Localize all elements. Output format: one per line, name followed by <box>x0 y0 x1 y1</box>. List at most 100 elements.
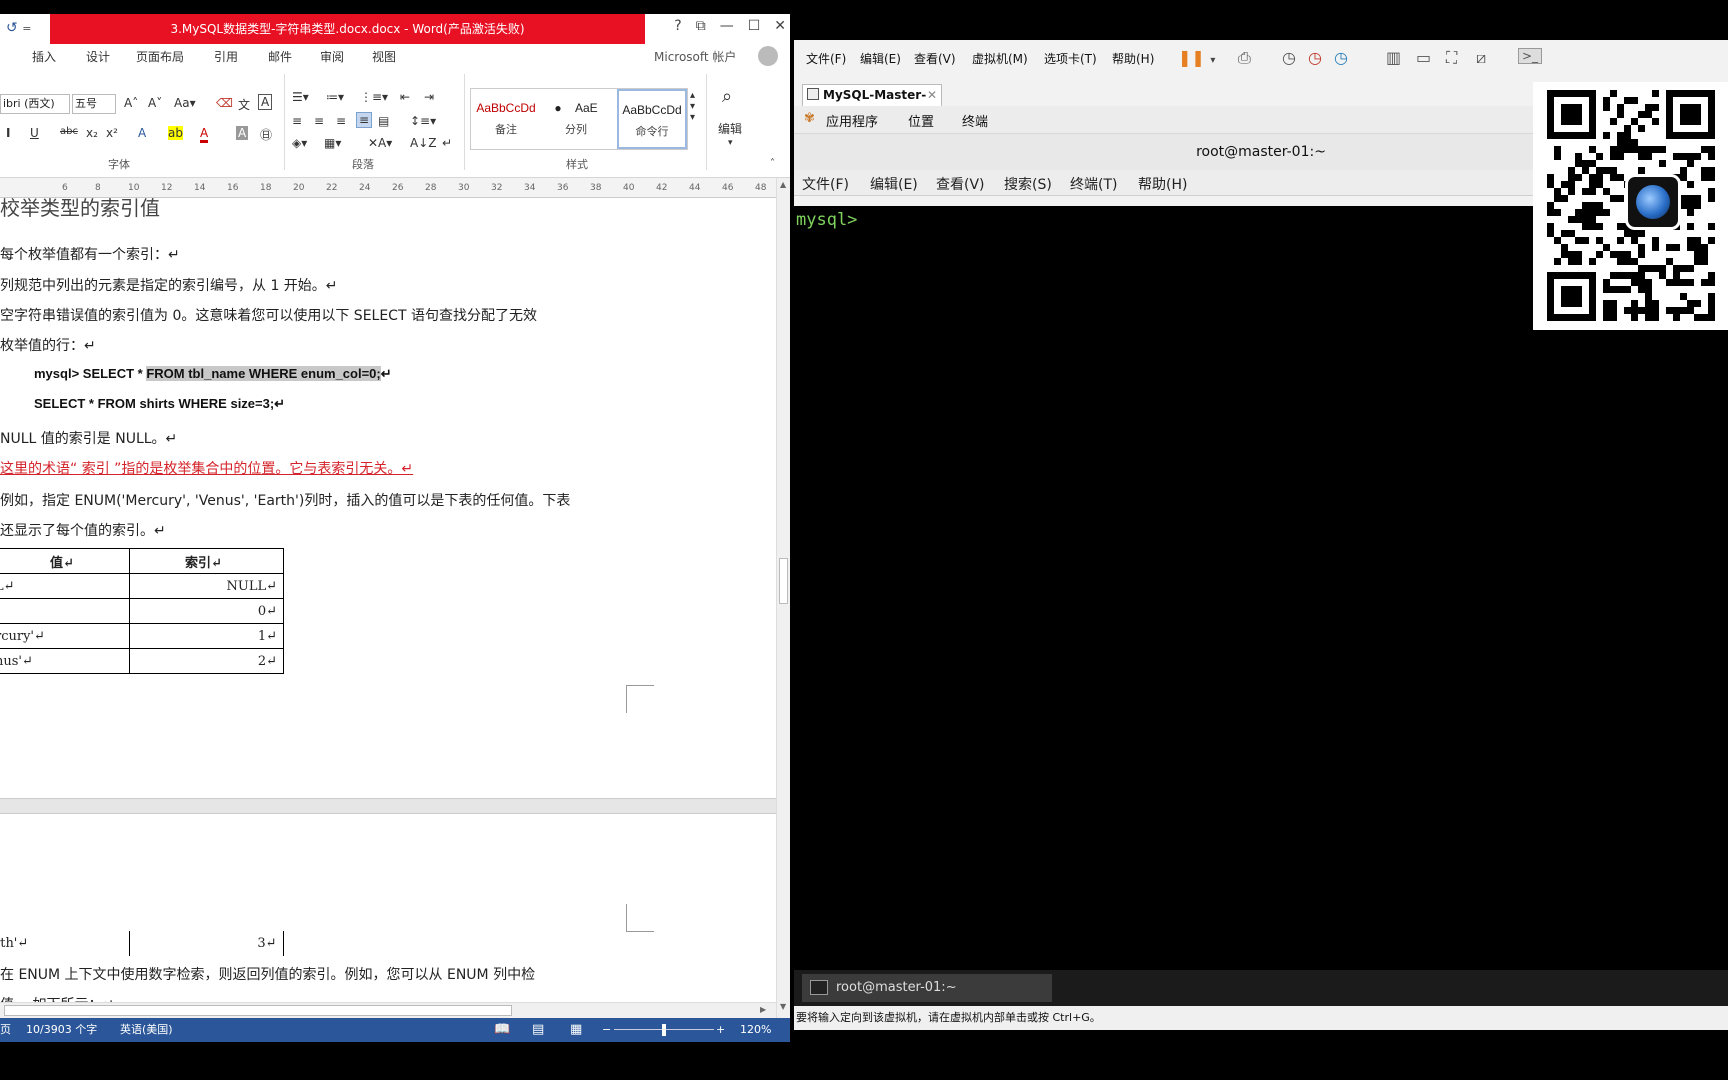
scroll-right-icon[interactable]: ▶ <box>760 1005 766 1014</box>
terminal-menu[interactable]: 终端 <box>962 111 988 130</box>
distribute-icon[interactable]: ▤ <box>378 114 389 128</box>
sort-icon[interactable]: A↓Z <box>410 136 436 150</box>
chinese-layout-icon[interactable]: ✕A▾ <box>368 136 392 150</box>
align-center-icon[interactable]: ≡ <box>314 114 324 128</box>
vm-tab[interactable]: MySQL-Master-01 ✕ <box>802 84 942 122</box>
line-spacing-icon[interactable]: ↕≡▾ <box>410 114 436 128</box>
tab-insert[interactable]: 插入 <box>32 48 56 65</box>
tab-mailings[interactable]: 邮件 <box>268 48 292 65</box>
revert-snapshot-icon[interactable]: ◷ <box>1308 48 1322 67</box>
help-icon[interactable]: ? <box>674 18 681 34</box>
tab-view[interactable]: 视图 <box>372 48 396 65</box>
fullscreen-icon[interactable]: ⛶ <box>1446 48 1457 68</box>
term-menu-terminal[interactable]: 终端(T) <box>1070 174 1117 194</box>
gallery-scroll-icon[interactable]: ▴ ▾ ▾ <box>690 90 695 123</box>
tab-design[interactable]: 设计 <box>86 48 110 65</box>
avatar[interactable] <box>758 46 778 66</box>
send-keys-icon[interactable]: ⎙ <box>1238 48 1251 68</box>
justify-icon[interactable]: ≡ <box>356 112 373 128</box>
read-mode-icon[interactable]: 📖 <box>494 1018 510 1042</box>
terminal-icon[interactable]: >_ <box>1518 48 1543 64</box>
menu-view[interactable]: 查看(V) <box>914 50 956 67</box>
numbering-icon[interactable]: ≔▾ <box>326 90 344 104</box>
zoom-out-icon[interactable]: − <box>602 1018 611 1042</box>
term-menu-search[interactable]: 搜索(S) <box>1004 174 1052 194</box>
unity-icon[interactable]: ⧄ <box>1476 48 1486 68</box>
font-size-select[interactable]: 五号 <box>72 94 116 114</box>
decrease-indent-icon[interactable]: ⇤ <box>400 90 410 104</box>
change-case-icon[interactable]: Aa▾ <box>174 96 196 110</box>
vertical-scrollbar[interactable]: ▲ ▼ <box>776 178 790 1018</box>
menu-edit[interactable]: 编辑(E) <box>860 50 901 67</box>
menu-vm[interactable]: 虚拟机(M) <box>972 50 1028 67</box>
term-menu-help[interactable]: 帮助(H) <box>1138 174 1187 194</box>
increase-indent-icon[interactable]: ⇥ <box>424 90 434 104</box>
document-area[interactable]: 校举类型的索引值 每个枚举值都有一个索引：↵ 列规范中列出的元素是指定的索引编号… <box>0 198 776 1018</box>
font-color-icon[interactable]: A <box>200 126 209 143</box>
applications-menu[interactable]: 应用程序 <box>826 111 878 130</box>
clear-format-icon[interactable]: ⌫ <box>216 96 233 110</box>
font-name-select[interactable]: ibri (西文) <box>0 94 70 114</box>
scroll-down-icon[interactable]: ▼ <box>780 1002 786 1011</box>
close-icon[interactable]: ✕ <box>774 18 786 34</box>
strikethrough-icon[interactable]: abc <box>60 126 78 137</box>
underline-icon[interactable]: U <box>30 126 39 140</box>
bullets-icon[interactable]: ☰▾ <box>292 90 309 104</box>
scroll-thumb[interactable] <box>4 1005 512 1016</box>
binoculars-icon[interactable]: ⌕ <box>722 86 732 107</box>
manage-snapshots-icon[interactable]: ◷ <box>1334 48 1348 67</box>
close-icon[interactable]: ✕ <box>927 85 937 105</box>
borders-icon[interactable]: ▦▾ <box>324 136 341 150</box>
menu-help[interactable]: 帮助(H) <box>1112 50 1154 67</box>
scroll-up-icon[interactable]: ▲ <box>780 180 786 189</box>
grow-font-icon[interactable]: A˄ <box>124 96 138 110</box>
page-indicator[interactable]: 页 <box>0 1018 11 1042</box>
zoom-in-icon[interactable]: + <box>716 1018 725 1042</box>
print-layout-icon[interactable]: ▤ <box>532 1018 544 1042</box>
term-menu-edit[interactable]: 编辑(E) <box>870 174 918 194</box>
account-link[interactable]: Microsoft 帐户 <box>654 48 736 65</box>
menu-file[interactable]: 文件(F) <box>806 50 846 67</box>
scroll-thumb[interactable] <box>779 558 788 604</box>
multilevel-list-icon[interactable]: ⋮≡▾ <box>360 90 388 104</box>
collapse-ribbon-icon[interactable]: ˄ <box>770 158 775 169</box>
language-indicator[interactable]: 英语(美国) <box>120 1018 173 1042</box>
menu-tabs[interactable]: 选项卡(T) <box>1044 50 1097 67</box>
shading-icon[interactable]: ◈▾ <box>292 136 307 150</box>
style-split[interactable]: ● AaE 分列 <box>541 89 611 149</box>
pause-icon[interactable]: ❚❚ ▾ <box>1178 48 1215 67</box>
superscript-icon[interactable]: x² <box>106 126 118 140</box>
style-command-line[interactable]: AaBbCcDd 命令行 <box>617 89 687 149</box>
tab-references[interactable]: 引用 <box>214 48 238 65</box>
undo-icon[interactable]: ↺ = <box>6 20 31 36</box>
term-menu-file[interactable]: 文件(F) <box>802 174 849 194</box>
phonetic-guide-icon[interactable]: 文 <box>238 96 250 113</box>
subscript-icon[interactable]: x₂ <box>86 126 98 140</box>
zoom-slider-thumb[interactable] <box>662 1024 666 1036</box>
web-layout-icon[interactable]: ▦ <box>570 1018 582 1042</box>
zoom-level[interactable]: 120% <box>740 1018 771 1042</box>
tab-review[interactable]: 审阅 <box>320 48 344 65</box>
italic-icon[interactable]: I <box>6 126 10 140</box>
horizontal-scrollbar[interactable]: ▶ <box>0 1002 776 1018</box>
char-shading-icon[interactable]: A <box>236 126 249 140</box>
char-border-icon[interactable]: A <box>258 94 273 110</box>
word-count[interactable]: 10/3903 个字 <box>26 1018 97 1042</box>
edit-button[interactable]: 编辑 <box>718 120 742 137</box>
snapshot-icon[interactable]: ◷ <box>1282 48 1296 67</box>
chevron-down-icon[interactable]: ▾ <box>728 138 733 148</box>
console-view-icon[interactable]: ▭ <box>1416 48 1431 67</box>
horizontal-ruler[interactable]: 6 8 10 12 14 16 18 20 22 24 26 28 30 32 34 36 38 40 42 44 46… <box>0 178 780 198</box>
sidebar-icon[interactable]: ▥ <box>1386 48 1401 67</box>
tab-layout[interactable]: 页面布局 <box>136 48 184 65</box>
maximize-icon[interactable]: ☐ <box>748 18 761 34</box>
places-menu[interactable]: 位置 <box>908 111 934 130</box>
term-menu-view[interactable]: 查看(V) <box>936 174 985 194</box>
shrink-font-icon[interactable]: A˅ <box>148 96 162 110</box>
highlight-icon[interactable]: ab <box>168 126 183 140</box>
show-marks-icon[interactable]: ↵ <box>442 136 452 150</box>
style-note[interactable]: AaBbCcDd 备注 <box>471 89 541 149</box>
minimize-icon[interactable]: — <box>720 18 734 34</box>
ribbon-display-icon[interactable]: ⧉ <box>696 18 706 34</box>
align-left-icon[interactable]: ≡ <box>292 114 302 128</box>
